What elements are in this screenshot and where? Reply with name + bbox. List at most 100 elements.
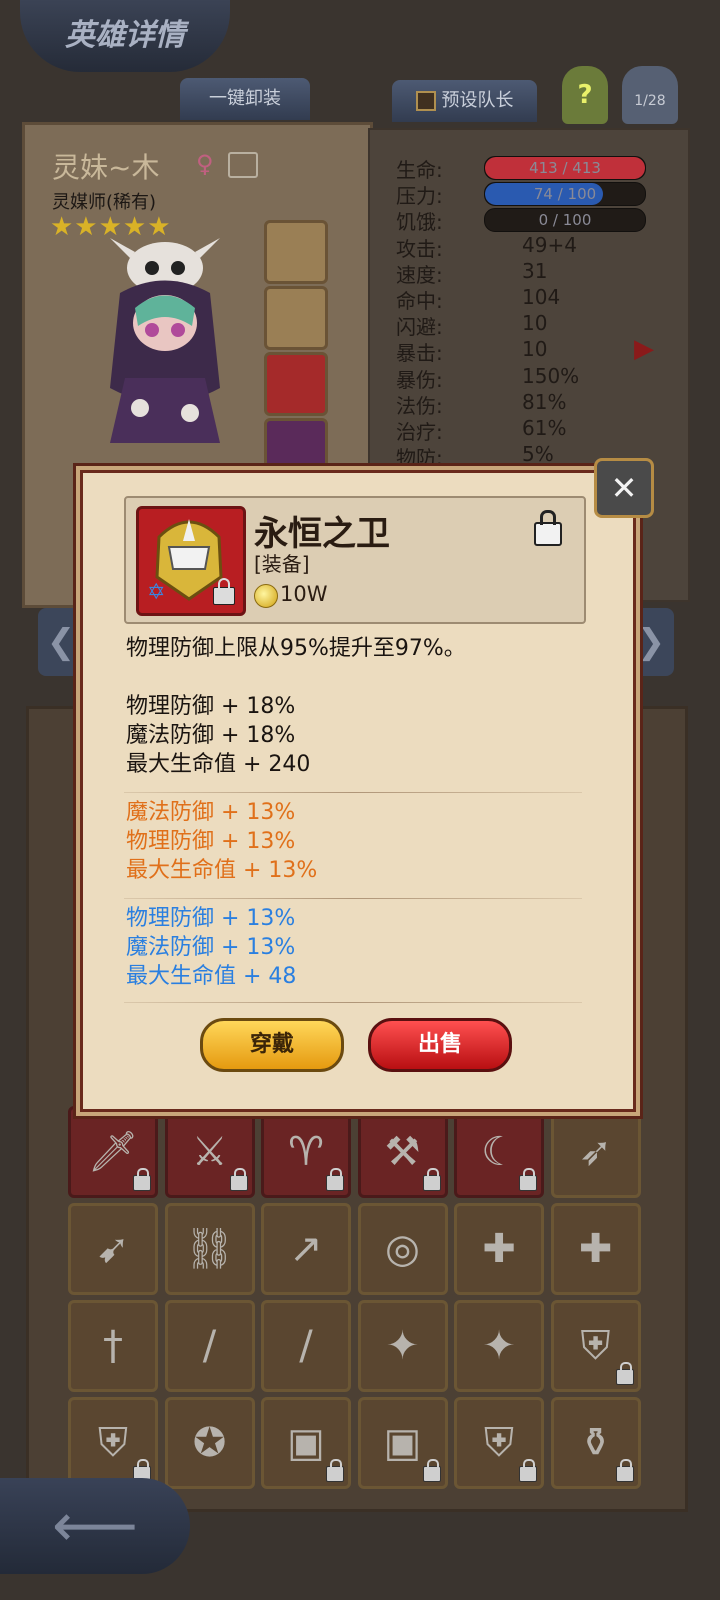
equip-slot-accessory[interactable] bbox=[264, 220, 328, 284]
stat-value: 49+4 bbox=[522, 232, 577, 257]
stat-bar-text: 74 / 100 bbox=[533, 185, 597, 204]
stat-label: 生命: bbox=[396, 158, 443, 182]
stats-expand-arrow-icon[interactable]: ▶ bbox=[634, 334, 654, 364]
stat-value: 31 bbox=[522, 258, 548, 283]
hero-name: 灵妹~木 bbox=[52, 151, 160, 184]
lock-icon bbox=[229, 1168, 248, 1191]
equip-slot-armor[interactable] bbox=[264, 286, 328, 350]
stat-bar-text: 0 / 100 bbox=[538, 211, 592, 230]
orange-stat-line: 最大生命值 + 13% bbox=[126, 858, 318, 883]
item-lock-icon[interactable] bbox=[534, 510, 562, 546]
blue-stat-line: 最大生命值 + 48 bbox=[126, 964, 297, 989]
stat-row: 暴击: 10 bbox=[396, 337, 656, 366]
inventory-slot[interactable]: ✪ bbox=[164, 1397, 255, 1489]
stat-row: 暴伤: 150% bbox=[396, 363, 656, 392]
inventory-slot[interactable]: ▣ bbox=[261, 1397, 351, 1489]
inventory-slot[interactable]: ⛨ bbox=[550, 1300, 641, 1392]
stat-label: 暴击: bbox=[396, 341, 443, 366]
equip-slot-helmet[interactable] bbox=[264, 352, 328, 416]
inventory-slot[interactable]: ⛨ bbox=[68, 1397, 158, 1489]
inventory-slot[interactable]: ⚒ bbox=[357, 1106, 448, 1198]
inventory-slot[interactable]: ◎ bbox=[357, 1203, 448, 1295]
page-indicator[interactable]: 1/28 bbox=[622, 66, 678, 124]
inventory-slot[interactable]: ▣ bbox=[357, 1397, 448, 1489]
coin-icon bbox=[254, 584, 278, 608]
close-icon[interactable]: ✕ bbox=[594, 458, 654, 518]
stat-label: 攻击: bbox=[396, 236, 443, 261]
sell-button[interactable]: 出售 bbox=[368, 1018, 512, 1072]
preset-captain-label: 预设队长 bbox=[441, 90, 514, 111]
stat-row: 法伤: 81% bbox=[396, 389, 656, 418]
medkit-icon: ✚ bbox=[482, 1226, 516, 1272]
unequip-all-button[interactable]: 一键卸装 bbox=[180, 78, 310, 120]
inventory-slot[interactable]: ♈ bbox=[261, 1106, 351, 1198]
inventory-slot[interactable]: ⚱ bbox=[550, 1397, 641, 1489]
equip-button[interactable]: 穿戴 bbox=[200, 1018, 344, 1072]
ruby-ring-icon: ◎ bbox=[385, 1226, 420, 1272]
stat-value: 150% bbox=[522, 363, 580, 388]
inventory-slot[interactable]: ☾ bbox=[454, 1106, 544, 1198]
inventory-slot[interactable]: ⛨ bbox=[454, 1397, 544, 1489]
stat-value: 81% bbox=[522, 389, 567, 414]
stat-label: 压力: bbox=[396, 184, 443, 209]
base-stat-line: 最大生命值 + 240 bbox=[126, 752, 311, 777]
inventory-slot[interactable]: ⚔ bbox=[164, 1106, 255, 1198]
preset-captain-checkbox[interactable] bbox=[415, 91, 436, 111]
inventory-slot[interactable]: ↗ bbox=[261, 1203, 351, 1295]
inventory-slot[interactable]: † bbox=[68, 1300, 158, 1392]
item-icon: ✡ bbox=[136, 506, 246, 616]
stat-row: 速度: 31 bbox=[396, 258, 656, 287]
inventory-slot[interactable]: ⛓ bbox=[164, 1203, 255, 1295]
crossbow-icon: ➶ bbox=[578, 1129, 613, 1175]
stat-label: 命中: bbox=[396, 289, 443, 313]
stat-bar-text: 413 / 413 bbox=[529, 159, 601, 177]
stat-label: 治疗: bbox=[396, 420, 443, 444]
stat-row: 饥饿: 0 / 100 bbox=[396, 206, 656, 235]
lock-icon bbox=[326, 1168, 344, 1191]
back-button[interactable]: ⟵ bbox=[0, 1478, 190, 1574]
inventory-slot[interactable]: / bbox=[261, 1300, 351, 1392]
orange-stat-line: 魔法防御 + 13% bbox=[126, 800, 296, 825]
item-type: [装备] bbox=[254, 552, 310, 576]
item-description: 物理防御上限从95%提升至97%。 bbox=[126, 636, 466, 661]
chain-whip-icon: ⛓ bbox=[184, 1226, 235, 1272]
stat-bar: 74 / 100 bbox=[484, 182, 646, 207]
lock-icon bbox=[326, 1459, 344, 1482]
stat-row: 压力: 74 / 100 bbox=[396, 180, 656, 209]
inventory-slot[interactable]: 🗡 bbox=[68, 1106, 158, 1198]
inventory-slot[interactable]: ➹ bbox=[68, 1203, 158, 1295]
hero-portrait[interactable] bbox=[80, 238, 250, 448]
edit-icon[interactable] bbox=[228, 152, 258, 178]
inventory-slot[interactable]: ✦ bbox=[454, 1300, 544, 1392]
stat-label: 饥饿: bbox=[396, 210, 443, 235]
divider bbox=[124, 1002, 582, 1003]
preset-captain-toggle[interactable]: 预设队长 bbox=[392, 80, 537, 122]
inventory-slot[interactable]: ✦ bbox=[357, 1300, 448, 1392]
item-price: 10W bbox=[280, 582, 328, 606]
stat-label: 暴伤: bbox=[396, 367, 443, 392]
lock-icon bbox=[422, 1459, 441, 1482]
stat-row: 生命: 413 / 413 bbox=[396, 154, 656, 182]
inventory-slot[interactable]: ✚ bbox=[550, 1203, 641, 1295]
stat-label: 闪避: bbox=[396, 315, 443, 340]
base-stat-line: 物理防御 + 18% bbox=[126, 694, 296, 719]
inventory-slot[interactable]: ➶ bbox=[550, 1106, 641, 1198]
lock-icon bbox=[519, 1459, 537, 1482]
blue-spear-icon: ✦ bbox=[482, 1323, 516, 1369]
stat-row: 闪避: 10 bbox=[396, 311, 656, 340]
divider bbox=[124, 898, 582, 899]
help-button[interactable]: ? bbox=[562, 66, 608, 124]
inventory-slot[interactable]: / bbox=[164, 1300, 255, 1392]
blue-stat-line: 魔法防御 + 13% bbox=[126, 935, 296, 960]
female-icon: ♀ bbox=[196, 150, 214, 178]
short-sword-icon: † bbox=[103, 1323, 123, 1369]
staff-icon: / bbox=[299, 1323, 313, 1369]
hexagram-icon: ✡ bbox=[147, 580, 166, 605]
lock-icon bbox=[615, 1362, 634, 1385]
prev-hero-button[interactable]: ❮ bbox=[38, 608, 84, 676]
inventory-slot[interactable]: ✚ bbox=[454, 1203, 544, 1295]
stat-value: 10 bbox=[522, 337, 548, 362]
stat-row: 治疗: 61% bbox=[396, 416, 656, 444]
page-title: 英雄详情 bbox=[20, 0, 230, 72]
lock-icon bbox=[133, 1168, 151, 1191]
